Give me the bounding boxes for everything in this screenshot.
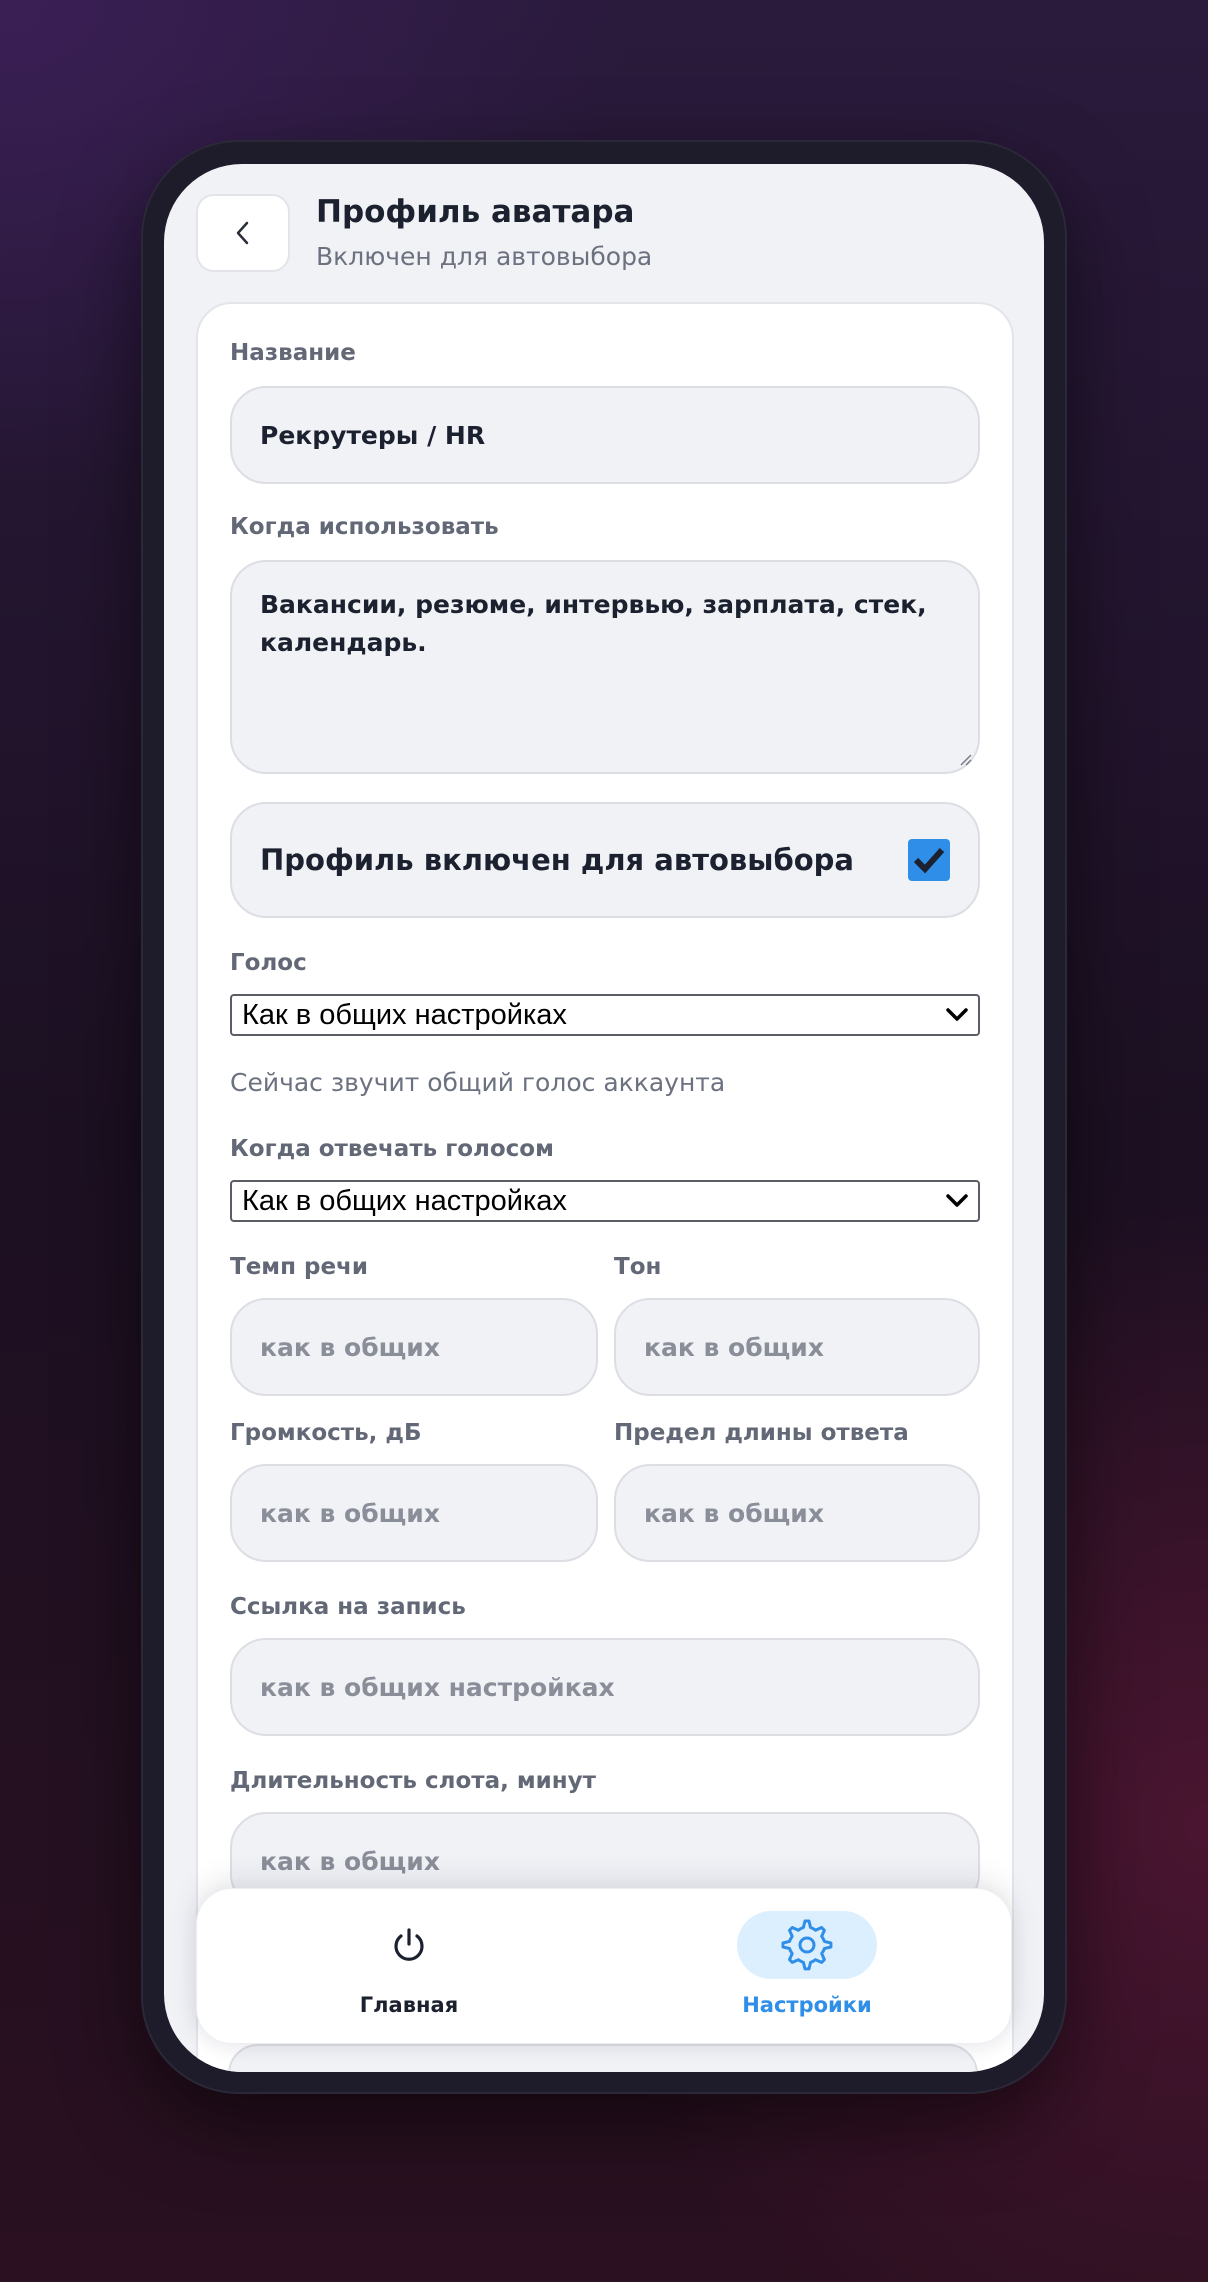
tone-input[interactable]: как в общих [614,1298,980,1396]
checkmark-icon [913,847,945,874]
reply-length-input[interactable]: как в общих [614,1464,980,1562]
reply-length-label: Предел длины ответа [614,1420,909,1446]
resize-handle-icon[interactable] [958,752,972,766]
nav-label-home: Главная [359,1993,459,2017]
autoselect-checkbox[interactable] [908,839,950,881]
bottom-nav: Главная Настройки [196,1888,1012,2044]
speech-rate-input[interactable]: как в общих [230,1298,598,1396]
page-subtitle: Включен для автовыбора [316,242,653,271]
when-to-use-textarea[interactable]: Вакансии, резюме, интервью, зарплата, ст… [230,560,980,774]
autoselect-label: Профиль включен для автовыбора [260,843,855,877]
power-icon [394,1928,424,1961]
record-link-label: Ссылка на запись [230,1594,466,1620]
when-to-use-label: Когда использовать [230,514,499,540]
chevron-down-icon [946,1194,968,1207]
back-button[interactable] [196,194,290,272]
nav-item-home[interactable]: Главная [259,1889,559,2043]
page-title: Профиль аватара [316,194,635,230]
when-to-use-text: Вакансии, резюме, интервью, зарплата, ст… [260,590,927,657]
voice-reply-label: Когда отвечать голосом [230,1136,554,1162]
nav-label-settings: Настройки [742,1993,872,2017]
voice-select[interactable]: Как в общих настройках [230,994,980,1036]
app-screen: Профиль аватара Включен для автовыбора Н… [164,164,1044,2072]
voice-label: Голос [230,950,307,976]
chevron-left-icon [236,221,249,245]
speech-rate-label: Темп речи [230,1254,368,1280]
slot-duration-label: Длительность слота, минут [230,1768,596,1794]
voice-select-value: Как в общих настройках [242,998,567,1031]
autoselect-toggle-row[interactable]: Профиль включен для автовыбора [230,802,980,918]
record-link-input[interactable]: как в общих настройках [230,1638,980,1736]
next-field-partial[interactable] [228,2044,978,2072]
page-header: Профиль аватара Включен для автовыбора [196,194,1012,304]
voice-reply-select[interactable]: Как в общих настройках [230,1180,980,1222]
profile-form-card: Название Рекрутеры / HR Когда использова… [196,302,1014,2072]
tone-label: Тон [614,1254,662,1280]
volume-input[interactable]: как в общих [230,1464,598,1562]
volume-label: Громкость, дБ [230,1420,422,1446]
gear-icon [781,1919,833,1971]
chevron-down-icon [946,1008,968,1021]
voice-hint: Сейчас звучит общий голос аккаунта [230,1068,726,1097]
name-input[interactable]: Рекрутеры / HR [230,386,980,484]
nav-home-icon-wrap [339,1911,479,1979]
name-label: Название [230,340,356,366]
voice-reply-select-value: Как в общих настройках [242,1184,567,1217]
nav-item-settings[interactable]: Настройки [657,1889,957,2043]
nav-settings-icon-wrap [737,1911,877,1979]
